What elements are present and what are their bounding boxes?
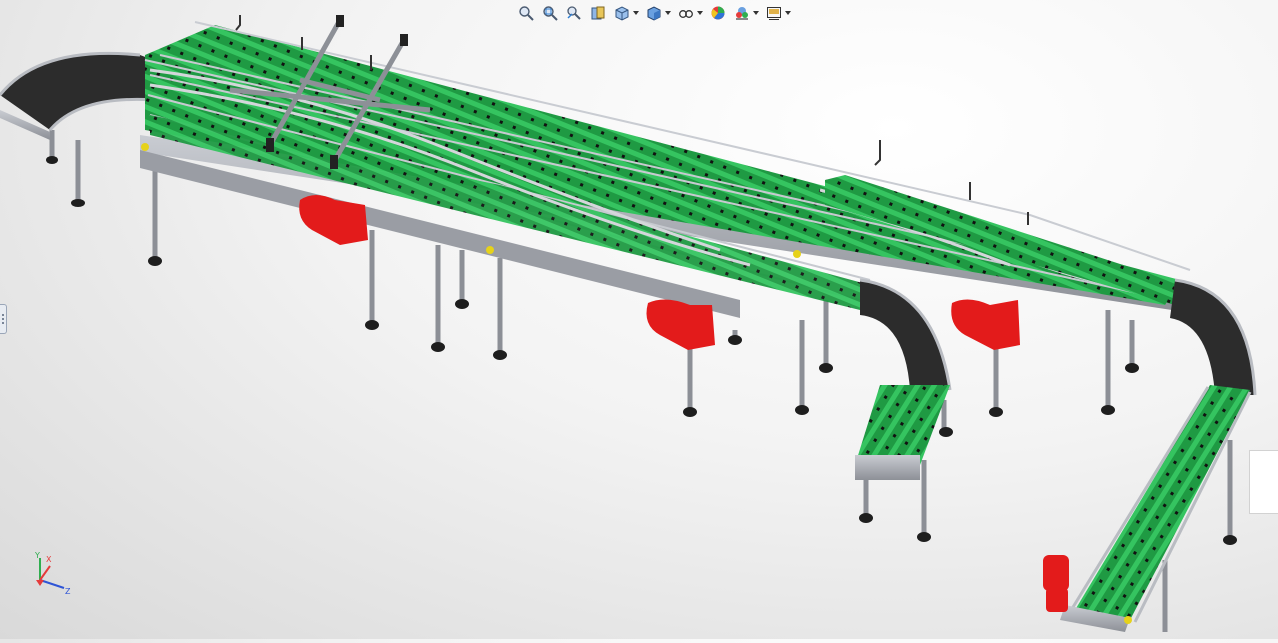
triad-z-label: Z xyxy=(65,587,71,596)
curve-middle xyxy=(859,278,952,391)
display-style-icon[interactable] xyxy=(644,3,664,23)
edit-appearance-icon[interactable] xyxy=(708,3,728,23)
lower-right-belt xyxy=(1060,385,1252,632)
view-orientation-icon[interactable] xyxy=(612,3,632,23)
conveyor-model[interactable] xyxy=(0,0,1278,639)
lower-middle-belt xyxy=(855,385,950,480)
section-view-icon[interactable] xyxy=(588,3,608,23)
graphics-area[interactable] xyxy=(0,0,1278,639)
hide-show-items-icon[interactable] xyxy=(676,3,696,23)
chevron-down-icon[interactable] xyxy=(784,3,792,23)
zoom-to-area-icon[interactable] xyxy=(540,3,560,23)
chevron-down-icon[interactable] xyxy=(632,3,640,23)
panel-expand-handle[interactable] xyxy=(0,304,7,334)
chevron-down-icon[interactable] xyxy=(752,3,760,23)
apply-scene-icon[interactable] xyxy=(732,3,752,23)
triad-x-label: X xyxy=(46,555,52,564)
view-settings-icon[interactable] xyxy=(764,3,784,23)
chevron-down-icon[interactable] xyxy=(664,3,672,23)
coordinate-triad: Y X Z xyxy=(34,551,71,596)
zoom-to-fit-icon[interactable] xyxy=(516,3,536,23)
previous-view-icon[interactable] xyxy=(564,3,584,23)
task-pane-tab[interactable] xyxy=(1249,450,1278,514)
chevron-down-icon[interactable] xyxy=(696,3,704,23)
curve-right xyxy=(1170,278,1257,396)
triad-y-label: Y xyxy=(34,551,40,560)
view-toolbar xyxy=(516,2,792,24)
